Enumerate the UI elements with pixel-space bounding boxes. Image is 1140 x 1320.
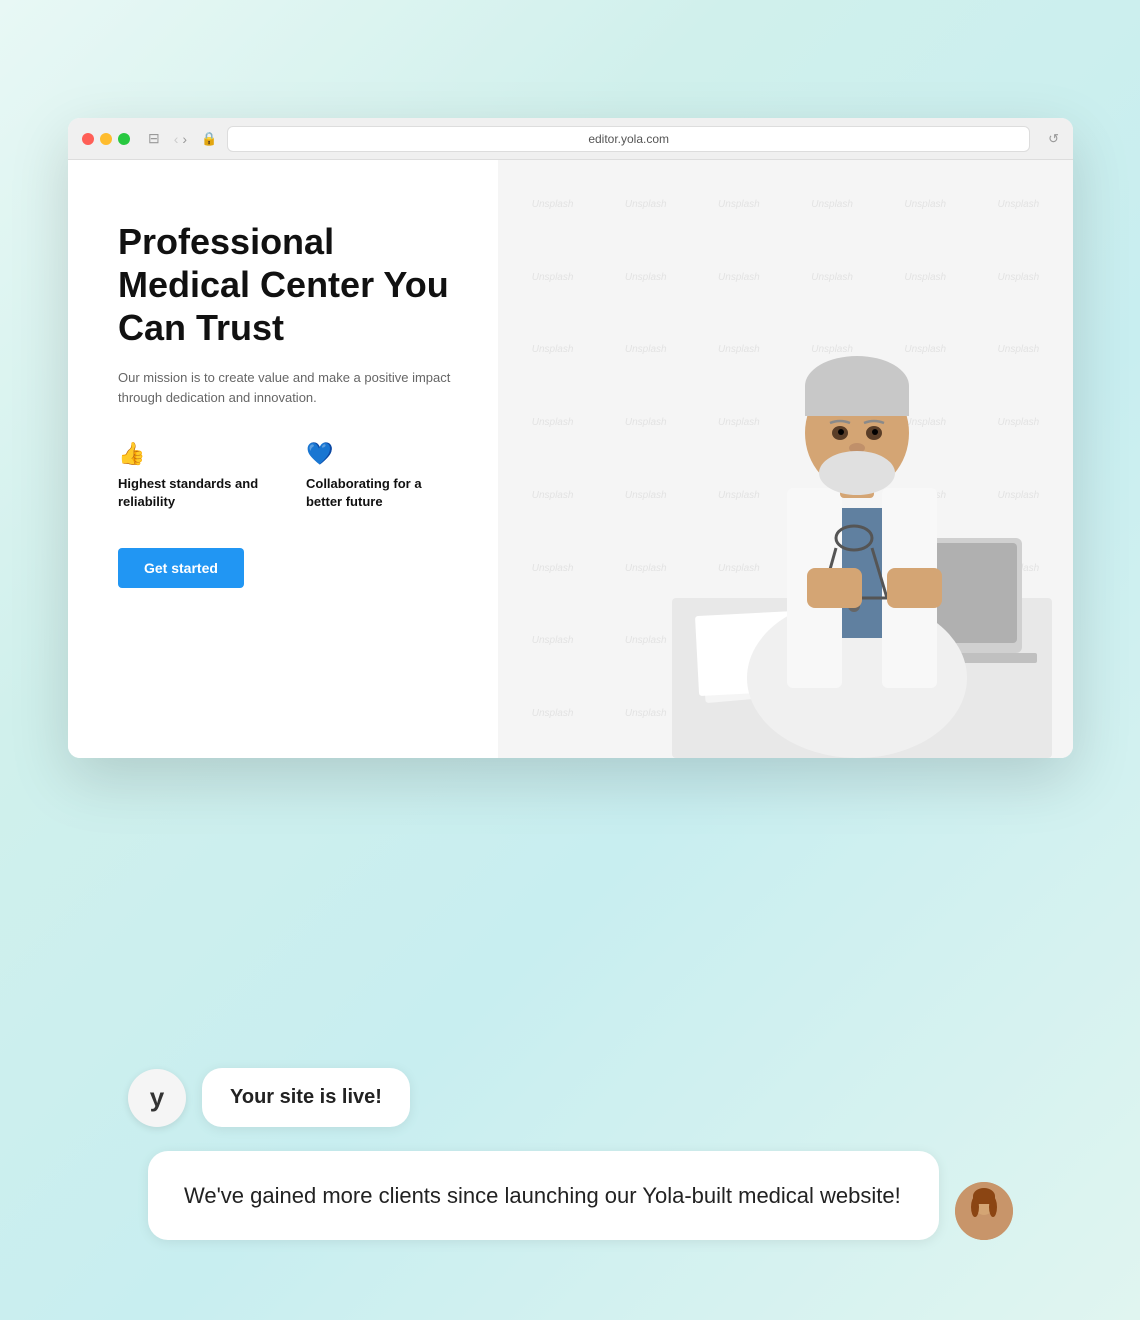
security-icon: 🔒 [201, 131, 217, 147]
watermark: Unsplash [506, 241, 599, 314]
feature1-label: Highest standards and reliability [118, 475, 274, 511]
browser-window: ⊟ ‹ › 🔒 editor.yola.com ↺ Professional M… [68, 118, 1073, 758]
website-content: Professional Medical Center You Can Trus… [68, 160, 1073, 758]
chat-row-1: y Your site is live! [128, 1068, 1013, 1127]
feature-item-collaborate: 💙 Collaborating for a better future [306, 441, 458, 511]
refresh-icon[interactable]: ↺ [1048, 131, 1059, 147]
watermark: Unsplash [506, 605, 599, 678]
sidebar-icon[interactable]: ⊟ [148, 130, 160, 147]
feature2-label: Collaborating for a better future [306, 475, 458, 511]
watermark: Unsplash [972, 168, 1065, 241]
watermark: Unsplash [506, 677, 599, 750]
feature-item-standards: 👍 Highest standards and reliability [118, 441, 274, 511]
minimize-button-icon[interactable] [100, 133, 112, 145]
watermark: Unsplash [506, 386, 599, 459]
watermark: Unsplash [506, 532, 599, 605]
chat-row-2: We've gained more clients since launchin… [128, 1151, 1013, 1240]
yola-avatar: y [128, 1069, 186, 1127]
watermark: Unsplash [506, 459, 599, 532]
user-avatar [955, 1182, 1013, 1240]
features-row: 👍 Highest standards and reliability 💙 Co… [118, 441, 458, 511]
chat-bubble-2: We've gained more clients since launchin… [148, 1151, 939, 1240]
chat-message-1-text: Your site is live! [230, 1086, 382, 1108]
watermark: Unsplash [692, 168, 785, 241]
chat-messages: y Your site is live! We've gained more c… [128, 1068, 1013, 1240]
chat-message-2-text: We've gained more clients since launchin… [184, 1183, 901, 1208]
chat-section: y Your site is live! We've gained more c… [68, 1068, 1073, 1240]
right-panel: Unsplash Unsplash Unsplash Unsplash Unsp… [498, 160, 1073, 758]
watermark: Unsplash [599, 168, 692, 241]
close-button-icon[interactable] [82, 133, 94, 145]
hero-subtitle: Our mission is to create value and make … [118, 368, 458, 410]
forward-arrow-icon[interactable]: › [182, 131, 187, 147]
watermark: Unsplash [506, 314, 599, 387]
browser-chrome: ⊟ ‹ › 🔒 editor.yola.com ↺ [68, 118, 1073, 160]
chat-bubble-1: Your site is live! [202, 1068, 410, 1127]
hero-title: Professional Medical Center You Can Trus… [118, 220, 458, 350]
watermark: Unsplash [879, 168, 972, 241]
nav-arrows: ‹ › [174, 131, 187, 147]
maximize-button-icon[interactable] [118, 133, 130, 145]
thumbs-up-icon: 👍 [118, 441, 274, 467]
heart-icon: 💙 [306, 441, 458, 467]
left-panel: Professional Medical Center You Can Trus… [68, 160, 498, 758]
address-bar[interactable]: editor.yola.com [227, 126, 1030, 152]
traffic-lights [82, 133, 130, 145]
get-started-button[interactable]: Get started [118, 548, 244, 588]
back-arrow-icon[interactable]: ‹ [174, 131, 179, 147]
doctor-image [672, 238, 1052, 758]
watermark: Unsplash [506, 168, 599, 241]
yola-avatar-letter: y [150, 1082, 164, 1113]
watermark: Unsplash [785, 168, 878, 241]
url-text: editor.yola.com [588, 132, 669, 146]
